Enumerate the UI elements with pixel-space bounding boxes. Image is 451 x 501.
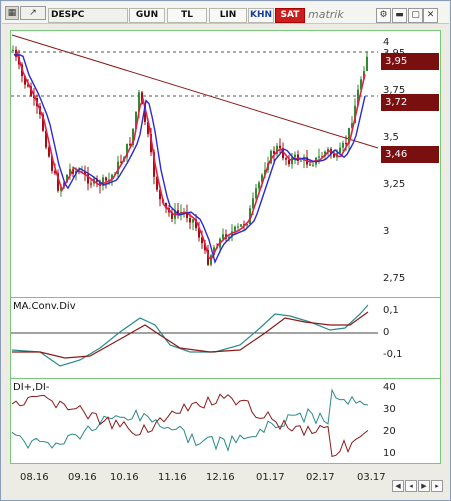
price-candle xyxy=(366,56,368,71)
price-candle xyxy=(285,158,287,160)
di-plus-line xyxy=(11,388,369,453)
price-candle xyxy=(279,145,281,149)
price-candle xyxy=(291,157,293,165)
dmi-tick: 40 xyxy=(383,382,396,393)
scroll-right-icon[interactable]: ▶ xyxy=(418,480,430,492)
price-candle xyxy=(234,226,236,232)
price-candle xyxy=(192,219,194,223)
dmi-tick: 30 xyxy=(383,404,396,415)
price-tick: 3 xyxy=(383,226,390,237)
scroll-end-icon[interactable]: ▸ xyxy=(431,480,443,492)
price-candle xyxy=(342,143,344,148)
x-tick: 08.16 xyxy=(20,472,49,483)
x-tick: 12.16 xyxy=(206,472,235,483)
price-marker-trendline: 3,46 xyxy=(381,146,439,163)
price-candle xyxy=(240,224,242,227)
price-candle xyxy=(255,188,257,199)
price-candle xyxy=(309,164,311,166)
price-tick: 2,75 xyxy=(383,273,406,284)
price-candle xyxy=(258,182,260,189)
dmi-title: DI+,DI- xyxy=(13,382,50,393)
scroll-left-fast-icon[interactable]: ◂ xyxy=(405,480,417,492)
price-tick: 3,5 xyxy=(383,132,399,143)
price-candle xyxy=(105,177,107,181)
macd-line xyxy=(11,304,369,367)
macd-tick: 0 xyxy=(383,327,390,338)
scrollbar[interactable]: ◀ ◂ ▶ ▸ xyxy=(392,480,444,492)
x-tick: 11.16 xyxy=(158,472,187,483)
price-candle xyxy=(300,160,302,162)
price-candle xyxy=(318,156,320,158)
dmi-tick: 10 xyxy=(383,448,396,459)
price-candle xyxy=(345,143,347,145)
macd-tick: 0,1 xyxy=(383,305,399,316)
price-tick: 3,25 xyxy=(383,179,406,190)
price-candle xyxy=(189,218,191,223)
di-minus-line xyxy=(11,393,369,458)
price-marker-resistance: 3,72 xyxy=(381,94,439,111)
x-tick: 01.17 xyxy=(256,472,285,483)
macd-title: MA.Conv.Div xyxy=(13,301,76,312)
x-tick: 09.16 xyxy=(68,472,97,483)
price-candle xyxy=(312,164,314,166)
ma-slow-line xyxy=(14,54,366,265)
macd-tick: -0,1 xyxy=(383,349,403,360)
x-tick: 10.16 xyxy=(110,472,139,483)
dmi-tick: 20 xyxy=(383,426,396,437)
scroll-left-icon[interactable]: ◀ xyxy=(392,480,404,492)
price-candle xyxy=(237,226,239,228)
macd-signal-line xyxy=(12,311,369,359)
price-marker-current: 3,95 xyxy=(381,53,439,70)
price-tick: 4 xyxy=(383,37,390,48)
x-tick: 02.17 xyxy=(306,472,335,483)
price-candle xyxy=(90,183,92,185)
price-candle xyxy=(339,147,341,154)
price-candle xyxy=(12,49,14,51)
x-tick: 03.17 xyxy=(357,472,386,483)
price-candle xyxy=(294,154,296,158)
